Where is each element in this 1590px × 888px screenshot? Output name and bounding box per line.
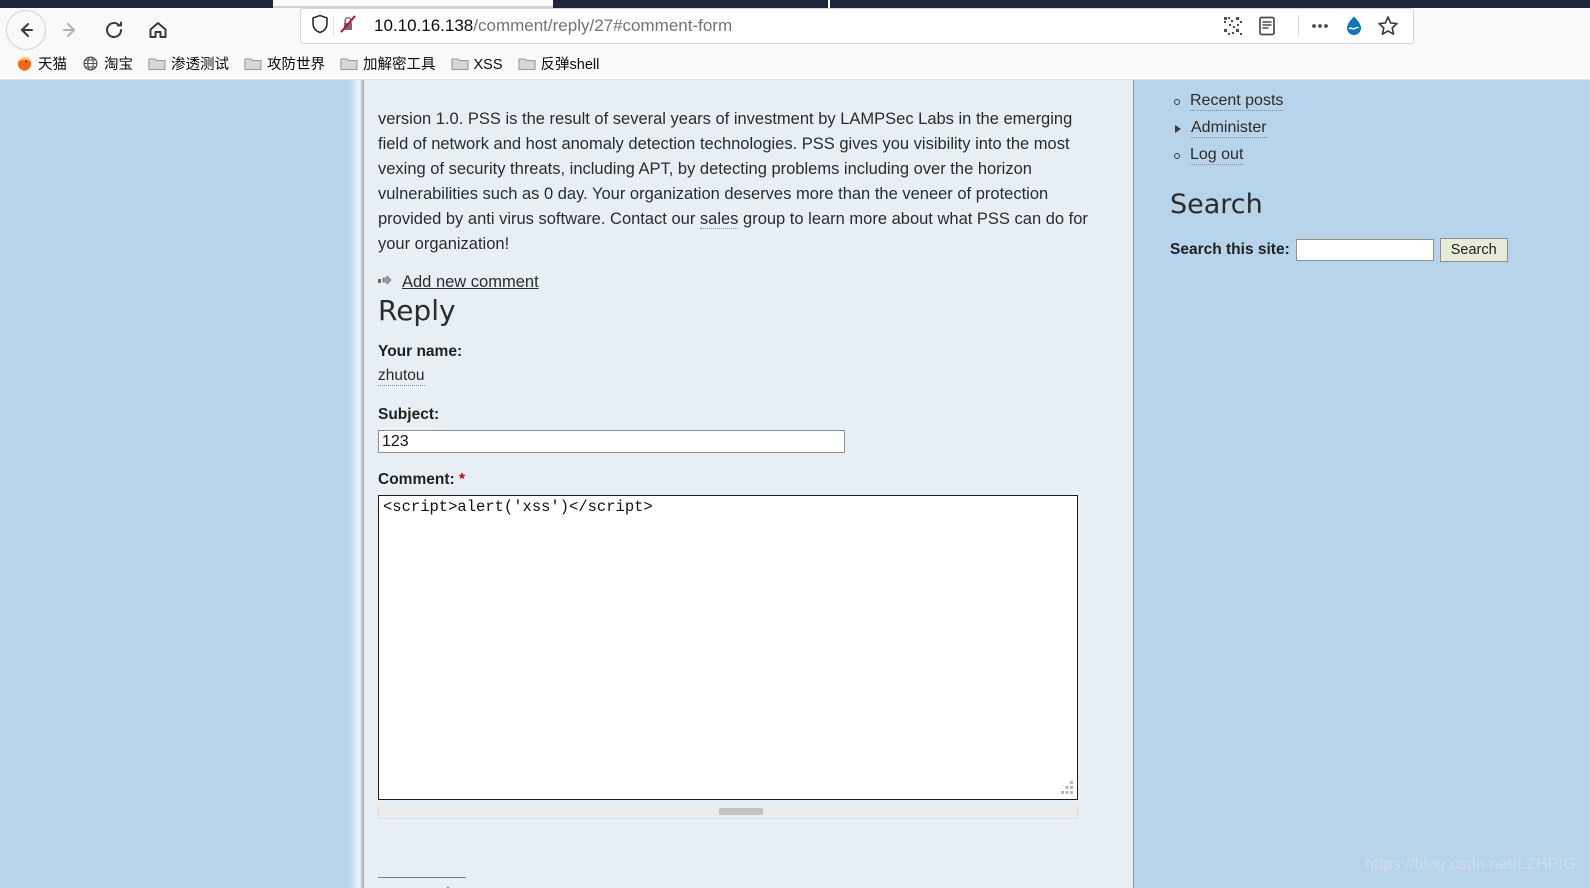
scrollbar-thumb[interactable] [719,808,763,815]
folder-icon [148,56,166,75]
identity-divider [333,16,334,36]
tab-strip[interactable] [0,0,1590,8]
page-title: Reply [378,294,456,327]
globe-icon [82,55,99,76]
folder-icon [244,56,262,75]
url-text[interactable]: 10.10.16.138/comment/reply/27#comment-fo… [364,16,1218,36]
sales-link[interactable]: sales [699,209,739,229]
forward-arrow-icon [59,19,81,41]
your-name-label: Your name: [378,343,463,360]
main-content: version 1.0. PSS is the result of severa… [364,80,1133,888]
comment-textarea-wrapper: <script>alert('xss')</script> [378,495,1078,805]
folder-icon [450,56,469,75]
bookmark-item[interactable]: XSS [445,54,509,77]
forward-button[interactable] [50,10,90,50]
comment-textarea[interactable]: <script>alert('xss')</script> [378,495,1078,800]
bookmark-star-icon[interactable] [1373,11,1403,41]
watermark: https://blog.csdn.net/LZHPIG [1364,856,1576,873]
folder-icon [517,56,536,75]
bookmark-label: 攻防世界 [267,57,325,74]
url-host: 10.10.16.138 [374,16,474,35]
bookmark-item[interactable]: 淘宝 [76,53,139,78]
url-path: /comment/reply/27#comment-form [473,16,733,35]
search-heading: Search [1170,189,1263,220]
folder-icon [340,56,358,75]
page-viewport: version 1.0. PSS is the result of severa… [0,80,1590,888]
comment-label-text: Comment: [378,471,455,488]
tab-inactive-right[interactable] [830,0,1590,8]
your-name-value: zhutou [378,367,425,386]
drupal-extension-icon[interactable] [1339,11,1369,41]
back-arrow-icon [15,19,37,41]
address-bar[interactable]: 10.10.16.138/comment/reply/27#comment-fo… [300,8,1414,44]
triangle-bullet-icon [1175,124,1181,133]
search-button[interactable]: Search [1439,238,1508,262]
add-new-comment-row: Add new comment [378,273,1133,292]
tab-inactive-left[interactable] [0,0,273,8]
subject-label: Subject: [378,406,440,423]
required-asterisk: * [458,471,465,488]
sidebar-link-label[interactable]: Log out [1190,146,1244,165]
search-input[interactable] [1295,239,1434,261]
sidebar-link-label[interactable]: Administer [1191,119,1267,138]
back-button[interactable] [6,10,46,50]
circle-bullet-icon [1174,98,1180,105]
bookmark-item[interactable]: 反弹shell [512,54,606,77]
bookmark-label: XSS [473,57,503,74]
comment-label: Comment: * [378,471,1133,489]
bookmark-label: 渗透测试 [171,57,229,74]
more-actions-icon[interactable] [1305,11,1335,41]
sidebar-item-log-out[interactable]: Log out [1174,142,1590,169]
shield-icon[interactable] [311,14,329,39]
home-icon [147,19,169,41]
tab-inactive-mid[interactable] [553,0,828,8]
article-body: version 1.0. PSS is the result of severa… [364,97,1133,257]
bookmarks-bar: 天猫 淘宝 渗透测试 攻防世界 加解密工具 XSS 反弹shell [0,52,1590,80]
arrow-bullet-icon [378,274,393,292]
firefox-icon [16,55,33,76]
sidebar-item-administer[interactable]: Administer [1174,115,1590,142]
bookmark-item[interactable]: 加解密工具 [334,54,442,77]
address-bar-actions [1218,11,1292,41]
reload-icon [103,19,125,41]
bookmark-label: 反弹shell [540,57,600,74]
reader-view-icon[interactable] [1252,11,1282,41]
sidebar: Recent posts Administer Log out Search S… [1133,80,1590,888]
bookmark-item[interactable]: 攻防世界 [238,54,331,77]
search-form: Search this site: Search [1170,238,1590,262]
subject-input[interactable] [378,430,845,453]
sidebar-nav: Recent posts Administer Log out [1134,80,1590,169]
resize-handle-icon[interactable] [1061,781,1074,799]
page-left-gutter [348,80,364,888]
input-format-rule [378,877,466,878]
bookmark-item[interactable]: 天猫 [10,53,73,78]
home-button[interactable] [138,10,178,50]
qr-code-icon[interactable] [1218,11,1248,41]
bookmark-label: 淘宝 [104,57,133,74]
sidebar-link-label[interactable]: Recent posts [1190,92,1284,111]
comment-form: Your name: zhutou Subject: Comment: * <s… [378,327,1133,888]
insecure-lock-icon[interactable] [338,14,358,39]
reload-button[interactable] [94,10,134,50]
circle-bullet-icon [1174,152,1180,159]
site-identity[interactable] [301,14,364,39]
actions-divider [1298,15,1299,37]
comment-horizontal-scrollbar[interactable] [378,805,1078,819]
add-new-comment-link[interactable]: Add new comment [402,273,539,292]
search-label: Search this site: [1170,241,1290,258]
toolbar-extras [1305,11,1413,41]
bookmark-item[interactable]: 渗透测试 [142,54,235,77]
bookmark-label: 天猫 [38,57,67,74]
sidebar-item-recent-posts[interactable]: Recent posts [1174,88,1590,115]
bookmark-label: 加解密工具 [363,57,436,74]
